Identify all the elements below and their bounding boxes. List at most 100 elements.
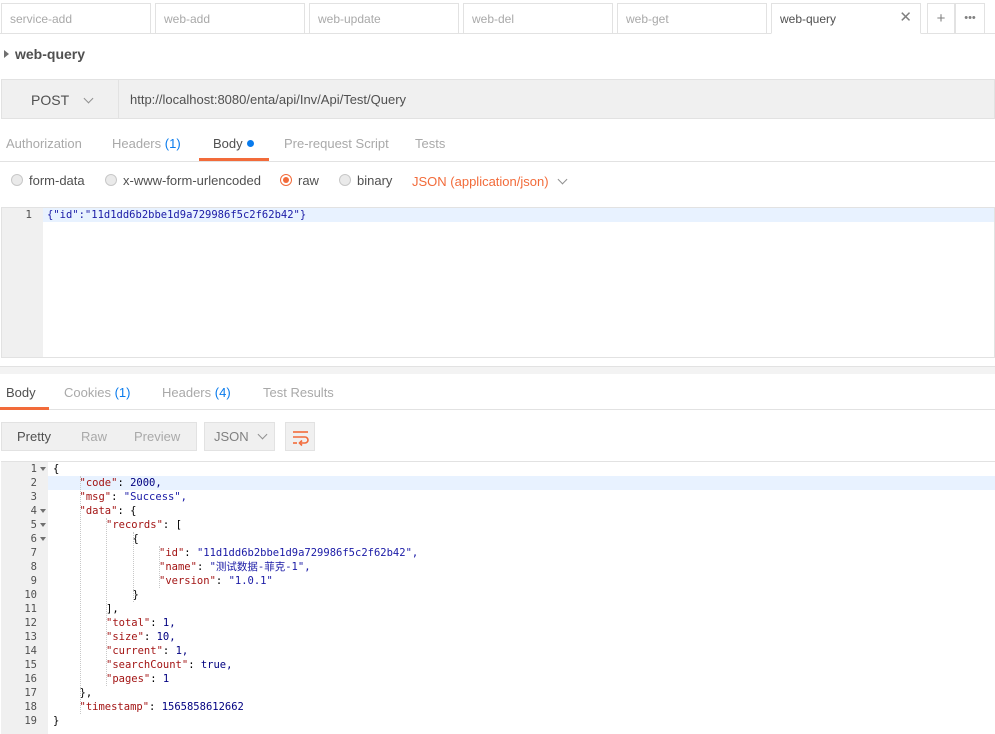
preview-button[interactable]: Preview xyxy=(134,429,180,444)
json-bracket: } xyxy=(53,715,60,727)
json-separator: : xyxy=(150,617,163,629)
url-input[interactable]: http://localhost:8080/enta/api/Inv/Api/T… xyxy=(118,79,995,119)
radio-circle-icon[interactable] xyxy=(105,174,117,186)
fold-arrow-icon[interactable] xyxy=(40,467,46,471)
more-tabs-button[interactable]: ••• xyxy=(955,3,985,34)
json-key: "searchCount" xyxy=(106,659,189,671)
modified-dot-icon xyxy=(246,140,254,147)
line-number: 7 xyxy=(30,547,37,559)
json-bracket: }, xyxy=(79,687,93,699)
json-value: 10, xyxy=(156,631,176,643)
tab-label: Body xyxy=(6,385,36,400)
request-body-editor[interactable]: 1 {"id":"11d1dd6b2bbe1d9a729986f5c2f62b4… xyxy=(1,207,995,358)
json-separator: : xyxy=(184,547,197,559)
radio-form-data[interactable]: form-data xyxy=(11,173,85,188)
tab-label: web-query xyxy=(780,12,837,26)
tab-response-body[interactable]: Body xyxy=(6,385,36,400)
request-name[interactable]: web-query xyxy=(4,46,85,62)
tab-web-query[interactable]: web-query ✕ xyxy=(771,3,921,34)
code-line: "searchCount": true, xyxy=(106,658,232,672)
tab-authorization[interactable]: Authorization xyxy=(6,136,82,151)
json-key: "timestamp" xyxy=(79,701,150,713)
indent-guide xyxy=(159,546,160,588)
active-tab-indicator xyxy=(199,158,269,161)
fold-arrow-icon[interactable] xyxy=(40,509,46,513)
tab-web-add[interactable]: web-add xyxy=(155,3,305,34)
content-type-label: JSON (application/json) xyxy=(412,174,549,189)
content-type-select[interactable]: JSON (application/json) xyxy=(412,174,568,189)
radio-circle-icon[interactable] xyxy=(339,174,351,186)
tab-label: Tests xyxy=(415,136,446,151)
code-line: } xyxy=(53,714,59,728)
code-line: "data": { xyxy=(80,504,137,518)
tab-response-headers[interactable]: Headers (4) xyxy=(162,385,231,400)
fold-arrow-icon[interactable] xyxy=(40,523,46,527)
json-value: 1, xyxy=(162,617,176,629)
add-tab-button[interactable]: + xyxy=(927,3,955,34)
json-key: "msg" xyxy=(79,491,112,503)
format-select[interactable]: JSON xyxy=(204,422,275,451)
wrap-icon xyxy=(293,431,309,447)
json-value: [ xyxy=(175,519,182,531)
line-number: 15 xyxy=(24,659,37,671)
radio-urlencoded[interactable]: x-www-form-urlencoded xyxy=(105,173,261,188)
code-line: }, xyxy=(80,686,93,700)
close-icon[interactable]: ✕ xyxy=(899,10,912,25)
code-line: "timestamp": 1565858612662 xyxy=(80,700,244,714)
json-separator: : xyxy=(149,701,162,713)
active-tab-indicator xyxy=(0,407,49,410)
tab-service-add[interactable]: service-add xyxy=(1,3,151,34)
line-number: 18 xyxy=(24,701,37,713)
fold-arrow-icon[interactable] xyxy=(40,537,46,541)
radio-circle-icon[interactable] xyxy=(11,174,23,186)
tab-tests[interactable]: Tests xyxy=(415,136,445,151)
tab-label: Headers xyxy=(112,136,162,151)
tab-headers[interactable]: Headers (1) xyxy=(112,136,181,151)
tab-test-results[interactable]: Test Results xyxy=(263,385,334,400)
tab-prerequest-script[interactable]: Pre-request Script xyxy=(284,136,389,151)
method-select[interactable]: POST xyxy=(1,79,118,119)
line-number: 3 xyxy=(30,491,37,503)
json-key: "total" xyxy=(106,617,151,629)
pretty-button[interactable]: Pretty xyxy=(17,429,51,444)
json-separator: : xyxy=(188,659,201,671)
json-key: "current" xyxy=(106,645,163,657)
radio-binary[interactable]: binary xyxy=(339,173,392,188)
radio-selected-icon[interactable] xyxy=(280,174,292,186)
json-value: 1565858612662 xyxy=(161,701,244,713)
response-body-viewer[interactable]: 1 {2 "code": 2000, 3 "msg": "Success", 4 "data… xyxy=(1,461,995,734)
tab-body[interactable]: Body xyxy=(213,136,254,151)
indent-guide xyxy=(106,518,107,686)
chevron-down-icon xyxy=(557,174,568,185)
code-line: "id": "11d1dd6b2bbe1d9a729986f5c2f62b42"… xyxy=(159,546,418,560)
request-body-code[interactable]: {"id":"11d1dd6b2bbe1d9a729986f5c2f62b42"… xyxy=(47,208,306,222)
tab-web-del[interactable]: web-del xyxy=(463,3,613,34)
url-value: http://localhost:8080/enta/api/Inv/Api/T… xyxy=(130,92,407,107)
json-separator: : xyxy=(162,645,176,657)
caret-right-icon[interactable] xyxy=(4,50,9,58)
line-number: 2 xyxy=(30,477,37,489)
tab-cookies[interactable]: Cookies (1) xyxy=(64,385,130,400)
tab-label: web-add xyxy=(164,12,211,26)
raw-button[interactable]: Raw xyxy=(81,429,107,444)
code-line: "size": 10, xyxy=(106,630,176,644)
json-key: "records" xyxy=(106,519,163,531)
tab-web-update[interactable]: web-update xyxy=(309,3,459,34)
view-mode-group: Pretty Raw Preview xyxy=(1,422,197,451)
json-separator: : xyxy=(162,519,176,531)
wrap-lines-button[interactable] xyxy=(285,422,315,451)
tab-web-get[interactable]: web-get xyxy=(617,3,767,34)
tab-bar: service-add web-add web-update web-del w… xyxy=(0,0,995,34)
line-number: 1 xyxy=(30,463,37,475)
tab-label: Cookies xyxy=(64,385,111,400)
line-number: 13 xyxy=(24,631,37,643)
line-number: 19 xyxy=(24,715,37,727)
response-tabs: Body Cookies (1) Headers (4) Test Result… xyxy=(0,372,995,410)
line-number: 10 xyxy=(24,589,37,601)
code-line: { xyxy=(53,462,59,476)
json-value: 1, xyxy=(175,645,189,657)
chevron-down-icon xyxy=(257,429,268,440)
radio-raw[interactable]: raw xyxy=(280,173,319,188)
code-line: "current": 1, xyxy=(106,644,188,658)
line-number: 1 xyxy=(25,208,32,221)
